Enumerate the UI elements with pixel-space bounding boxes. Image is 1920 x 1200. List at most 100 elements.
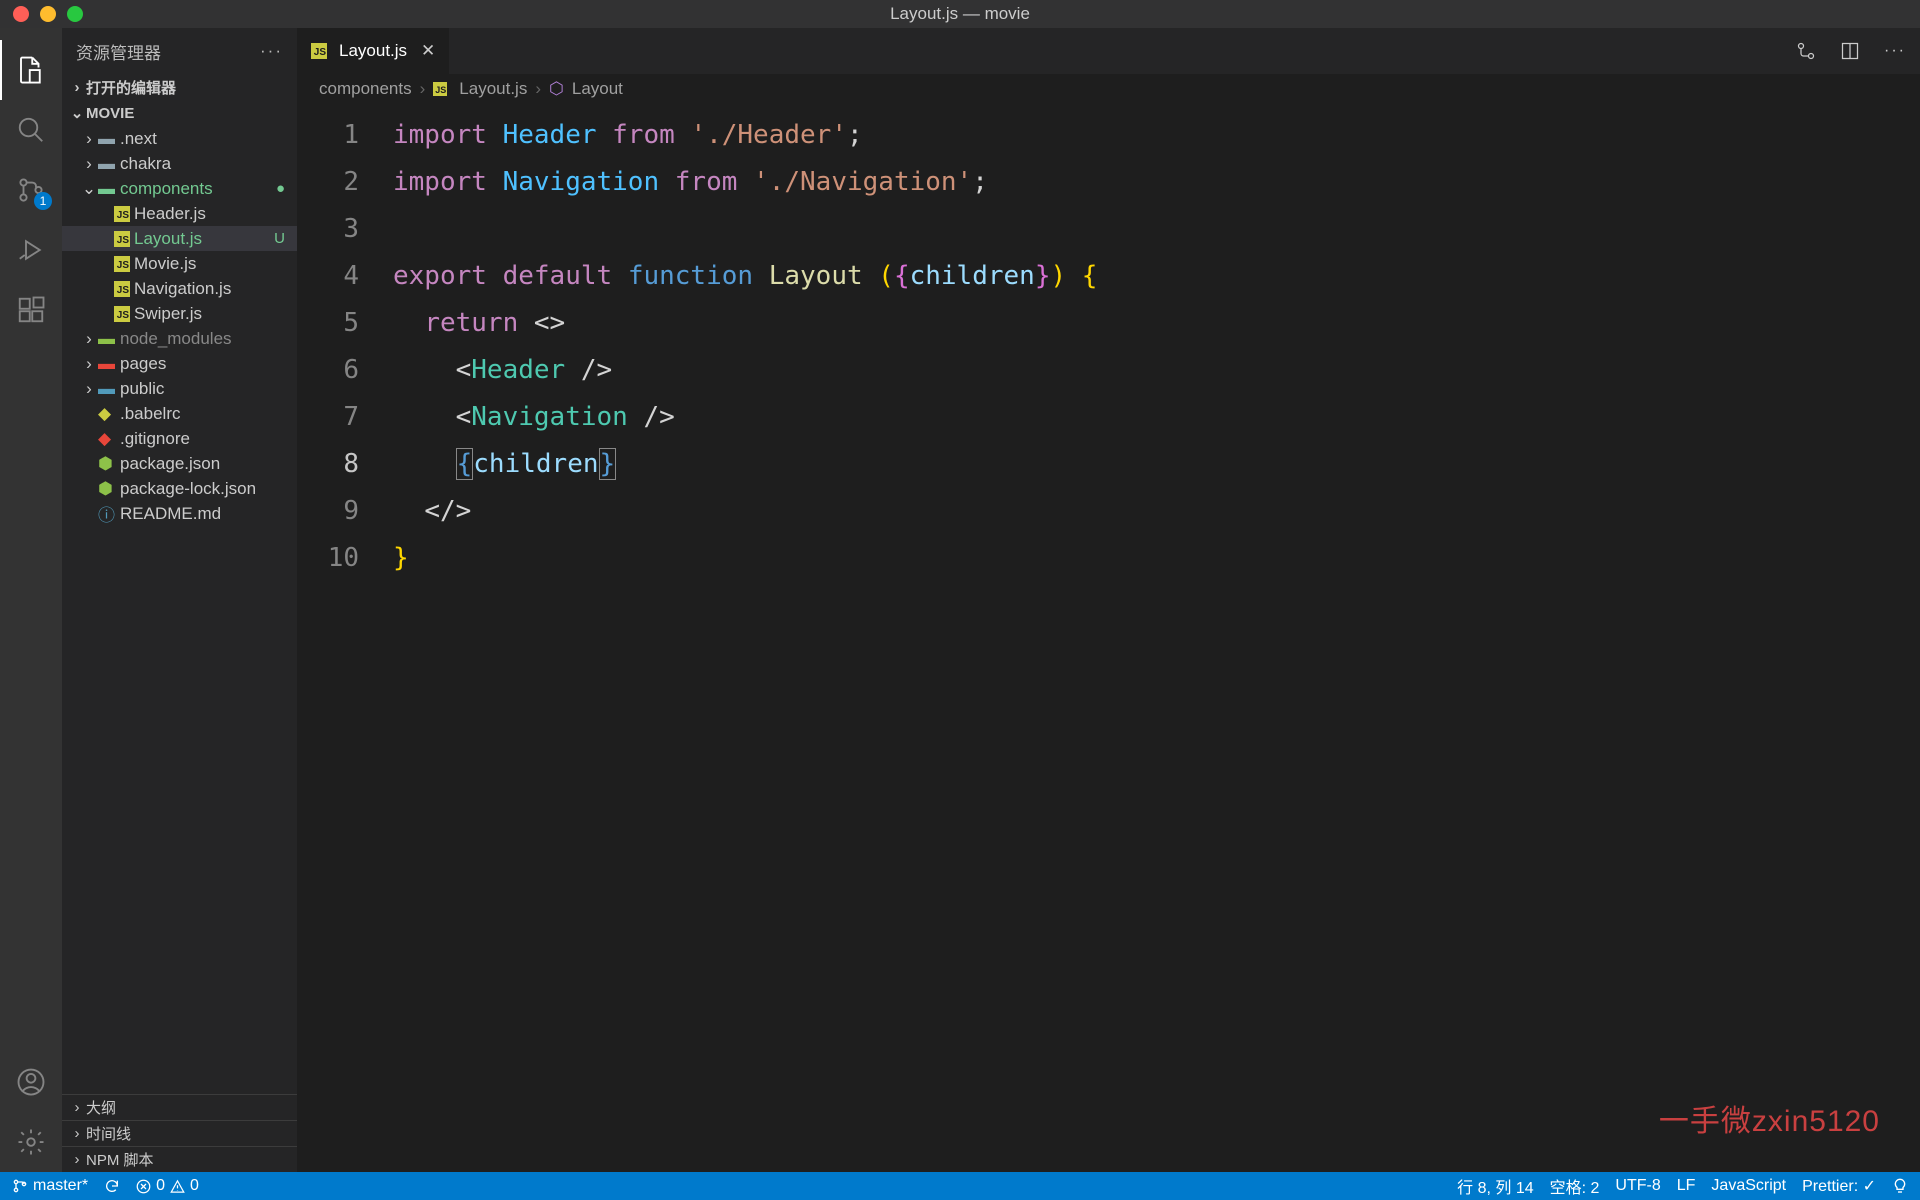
breadcrumb-symbol[interactable]: Layout (572, 79, 623, 99)
language-mode-status[interactable]: JavaScript (1711, 1177, 1786, 1195)
outline-label: 大纲 (86, 1097, 116, 1118)
breadcrumb-file[interactable]: Layout.js (459, 79, 527, 99)
timeline-label: 时间线 (86, 1123, 131, 1144)
sync-status[interactable] (104, 1178, 120, 1194)
tree-file-package[interactable]: ⬢package.json (62, 451, 297, 476)
babel-file-icon: ◆ (98, 404, 120, 424)
error-count: 0 (156, 1177, 165, 1195)
compare-changes-icon[interactable] (1796, 41, 1816, 61)
extensions-activity[interactable] (0, 280, 62, 340)
minimize-window-button[interactable] (40, 6, 56, 22)
js-file-icon: JS (114, 231, 130, 247)
feedback-icon[interactable] (1892, 1178, 1908, 1194)
indentation-status[interactable]: 空格: 2 (1550, 1174, 1600, 1198)
tree-folder-node-modules[interactable]: ›▬node_modules (62, 326, 297, 351)
more-actions-icon[interactable]: ··· (1884, 42, 1906, 60)
tree-folder-components[interactable]: ⌄▬components● (62, 176, 297, 201)
close-tab-icon[interactable]: ✕ (421, 41, 435, 61)
tree-file-navigation[interactable]: JSNavigation.js (62, 276, 297, 301)
file-tree: ›▬.next ›▬chakra ⌄▬components● JSHeader.… (62, 126, 297, 1094)
tree-file-layout[interactable]: JSLayout.jsU (62, 226, 297, 251)
line-numbers: 12345678910 (297, 104, 393, 1172)
modified-dot-icon: ● (276, 180, 297, 197)
breadcrumb-folder[interactable]: components (319, 79, 412, 99)
settings-activity[interactable] (0, 1112, 62, 1172)
cursor-position-status[interactable]: 行 8, 列 14 (1457, 1174, 1533, 1198)
open-editors-label: 打开的编辑器 (86, 77, 176, 98)
tree-file-readme[interactable]: ⓘREADME.md (62, 501, 297, 526)
window-title: Layout.js — movie (890, 4, 1030, 24)
titlebar: Layout.js — movie (0, 0, 1920, 28)
tree-folder-chakra[interactable]: ›▬chakra (62, 151, 297, 176)
tree-file-header[interactable]: JSHeader.js (62, 201, 297, 226)
scm-badge: 1 (34, 192, 52, 210)
breadcrumb[interactable]: components › JS Layout.js › ⬡ Layout (297, 74, 1920, 104)
tree-folder-next[interactable]: ›▬.next (62, 126, 297, 151)
npm-file-icon: ⬢ (98, 454, 120, 474)
search-activity[interactable] (0, 100, 62, 160)
js-file-icon: JS (433, 82, 447, 96)
chevron-right-icon: › (535, 79, 541, 99)
tree-folder-public[interactable]: ›▬public (62, 376, 297, 401)
npm-file-icon: ⬢ (98, 479, 120, 499)
outline-section[interactable]: ›大纲 (62, 1094, 297, 1120)
sidebar: 资源管理器 ··· › 打开的编辑器 ⌄ MOVIE ›▬.next ›▬cha… (62, 28, 297, 1172)
code-editor[interactable]: 12345678910 import Header from './Header… (297, 104, 1920, 1172)
tree-file-package-lock[interactable]: ⬢package-lock.json (62, 476, 297, 501)
open-editors-section[interactable]: › 打开的编辑器 (62, 74, 297, 100)
chevron-right-icon: › (68, 79, 86, 96)
warning-count: 0 (190, 1177, 199, 1195)
editor-area: JS Layout.js ✕ ··· components › JS Layou… (297, 28, 1920, 1172)
project-section[interactable]: ⌄ MOVIE (62, 100, 297, 126)
symbol-function-icon: ⬡ (549, 79, 564, 99)
tab-layout[interactable]: JS Layout.js ✕ (297, 28, 450, 74)
chevron-right-icon: › (420, 79, 426, 99)
git-branch-status[interactable]: master* (12, 1177, 88, 1195)
minimap[interactable] (1902, 104, 1920, 1172)
explorer-activity[interactable] (0, 40, 62, 100)
file-status: U (274, 230, 297, 247)
folder-icon: ▬ (98, 379, 120, 399)
tree-folder-pages[interactable]: ›▬pages (62, 351, 297, 376)
tree-file-movie[interactable]: JSMovie.js (62, 251, 297, 276)
eol-status[interactable]: LF (1677, 1177, 1696, 1195)
accounts-activity[interactable] (0, 1052, 62, 1112)
npm-label: NPM 脚本 (86, 1149, 154, 1170)
js-file-icon: JS (114, 256, 130, 272)
folder-icon: ▬ (98, 129, 120, 149)
sidebar-title: 资源管理器 (76, 39, 161, 64)
editor-actions: ··· (1796, 28, 1920, 74)
code-content[interactable]: import Header from './Header'; import Na… (393, 104, 1920, 1172)
tree-file-swiper[interactable]: JSSwiper.js (62, 301, 297, 326)
folder-icon: ▬ (98, 354, 120, 374)
js-file-icon: JS (114, 306, 130, 322)
js-file-icon: JS (114, 206, 130, 222)
tabs-row: JS Layout.js ✕ ··· (297, 28, 1920, 74)
js-file-icon: JS (311, 43, 327, 59)
close-window-button[interactable] (13, 6, 29, 22)
window-controls (0, 6, 83, 22)
tree-file-babelrc[interactable]: ◆.babelrc (62, 401, 297, 426)
problems-status[interactable]: 0 0 (136, 1177, 199, 1195)
chevron-down-icon: ⌄ (68, 104, 86, 122)
source-control-activity[interactable]: 1 (0, 160, 62, 220)
project-name: MOVIE (86, 105, 134, 122)
encoding-status[interactable]: UTF-8 (1615, 1177, 1660, 1195)
npm-scripts-section[interactable]: ›NPM 脚本 (62, 1146, 297, 1172)
activity-bar: 1 (0, 28, 62, 1172)
timeline-section[interactable]: ›时间线 (62, 1120, 297, 1146)
run-debug-activity[interactable] (0, 220, 62, 280)
tree-file-gitignore[interactable]: ◆.gitignore (62, 426, 297, 451)
folder-open-icon: ▬ (98, 179, 120, 199)
info-file-icon: ⓘ (98, 501, 120, 526)
statusbar: master* 0 0 行 8, 列 14 空格: 2 UTF-8 LF Jav… (0, 1172, 1920, 1200)
tab-label: Layout.js (339, 41, 407, 61)
sidebar-more-icon[interactable]: ··· (260, 41, 283, 61)
git-file-icon: ◆ (98, 429, 120, 449)
branch-name: master* (33, 1177, 88, 1195)
maximize-window-button[interactable] (67, 6, 83, 22)
prettier-status[interactable]: Prettier: ✓ (1802, 1176, 1876, 1196)
js-file-icon: JS (114, 281, 130, 297)
folder-icon: ▬ (98, 329, 120, 349)
split-editor-icon[interactable] (1840, 41, 1860, 61)
